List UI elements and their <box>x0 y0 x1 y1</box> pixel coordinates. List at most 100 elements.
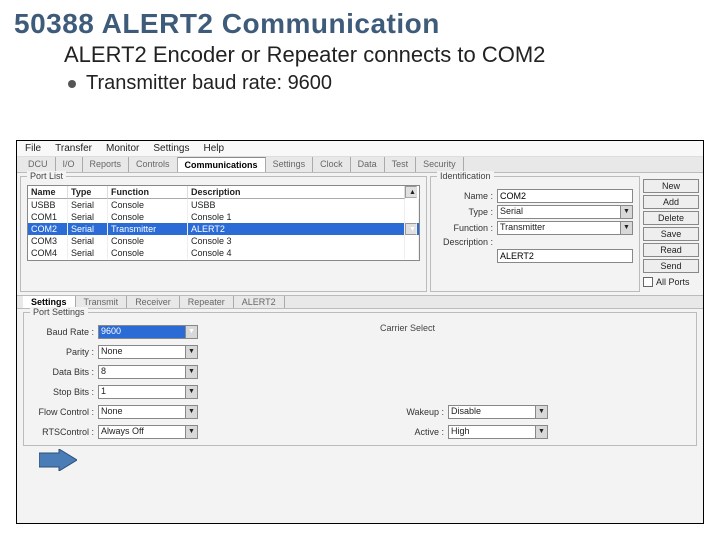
cell-desc: Console 3 <box>188 235 405 247</box>
cell-name: COM3 <box>28 235 68 247</box>
cell-name: COM1 <box>28 211 68 223</box>
col-description[interactable]: Description <box>188 186 405 199</box>
name-label: Name : <box>437 191 493 201</box>
cell-type: Serial <box>68 235 108 247</box>
chevron-down-icon: ▼ <box>185 426 197 438</box>
menu-settings[interactable]: Settings <box>153 143 189 154</box>
table-row[interactable]: COM3 Serial Console Console 3 <box>28 235 419 247</box>
cell-func: Transmitter <box>108 223 188 235</box>
bullet-row: Transmitter baud rate: 9600 <box>0 68 720 101</box>
subtab-repeater[interactable]: Repeater <box>180 296 234 308</box>
chevron-down-icon: ▼ <box>185 326 197 338</box>
cell-type: Serial <box>68 211 108 223</box>
rts-value: Always Off <box>101 426 144 436</box>
new-button[interactable]: New <box>643 179 699 193</box>
chevron-down-icon: ▼ <box>185 346 197 358</box>
active-combo[interactable]: High▼ <box>448 425 548 439</box>
description-label: Description : <box>437 237 493 247</box>
stopbits-value: 1 <box>101 386 106 396</box>
top-tabbar: DCU I/O Reports Controls Communications … <box>17 157 703 173</box>
name-field[interactable] <box>497 189 633 203</box>
databits-combo[interactable]: 8▼ <box>98 365 198 379</box>
sub-tabbar: Settings Transmit Receiver Repeater ALER… <box>17 295 703 309</box>
cell-func: Console <box>108 211 188 223</box>
menu-monitor[interactable]: Monitor <box>106 143 139 154</box>
slide-subtitle: ALERT2 Encoder or Repeater connects to C… <box>0 40 720 68</box>
function-combo[interactable]: Transmitter▼ <box>497 221 633 235</box>
cell-desc: ALERT2 <box>188 223 405 235</box>
button-column: New Add Delete Save Read Send All Ports <box>643 173 703 295</box>
menubar: File Transfer Monitor Settings Help <box>17 141 703 157</box>
parity-label: Parity : <box>30 347 94 357</box>
scroll-down[interactable]: ▼ <box>405 223 417 235</box>
parity-combo[interactable]: None ▼ <box>98 345 198 359</box>
tab-io[interactable]: I/O <box>56 157 83 172</box>
cell-desc: Console 1 <box>188 211 405 223</box>
tab-data[interactable]: Data <box>351 157 385 172</box>
col-function[interactable]: Function <box>108 186 188 199</box>
tab-dcu[interactable]: DCU <box>21 157 56 172</box>
tab-security[interactable]: Security <box>416 157 464 172</box>
wakeup-value: Disable <box>451 406 481 416</box>
port-list-label: Port List <box>27 171 66 181</box>
baud-label: Baud Rate : <box>30 327 94 337</box>
flow-combo[interactable]: None ▼ <box>98 405 198 419</box>
cell-func: Console <box>108 247 188 259</box>
scroll-up[interactable]: ▲ <box>405 186 417 198</box>
wakeup-label: Wakeup : <box>380 407 444 417</box>
port-settings-label: Port Settings <box>30 307 88 317</box>
cell-name: USBB <box>28 199 68 211</box>
tab-controls[interactable]: Controls <box>129 157 178 172</box>
type-combo[interactable]: Serial ▼ <box>497 205 633 219</box>
rts-label: RTSControl : <box>30 427 94 437</box>
tab-settings[interactable]: Settings <box>266 157 314 172</box>
read-button[interactable]: Read <box>643 243 699 257</box>
chevron-down-icon: ▼ <box>620 206 632 218</box>
carrier-select-label: Carrier Select <box>380 323 690 340</box>
cell-type: Serial <box>68 199 108 211</box>
chevron-down-icon: ▼ <box>185 386 197 398</box>
stopbits-combo[interactable]: 1▼ <box>98 385 198 399</box>
databits-value: 8 <box>101 366 106 376</box>
delete-button[interactable]: Delete <box>643 211 699 225</box>
type-value: Serial <box>500 206 523 216</box>
baud-combo[interactable]: 9600▼ <box>98 325 198 339</box>
cell-name: COM2 <box>28 223 68 235</box>
table-row[interactable]: COM4 Serial Console Console 4 <box>28 247 419 259</box>
menu-help[interactable]: Help <box>204 143 225 154</box>
bullet-icon <box>68 80 76 88</box>
subtab-alert2[interactable]: ALERT2 <box>234 296 285 308</box>
port-table[interactable]: Name Type Function Description ▲ USBB Se… <box>27 185 420 261</box>
all-ports-label: All Ports <box>656 277 690 287</box>
chevron-down-icon: ▼ <box>185 406 197 418</box>
identification-group: Identification Name : Type : Serial▼ Fun… <box>430 176 640 292</box>
col-type[interactable]: Type <box>68 186 108 199</box>
tab-reports[interactable]: Reports <box>83 157 130 172</box>
menu-file[interactable]: File <box>25 143 41 154</box>
function-label: Function : <box>437 223 493 233</box>
active-label: Active : <box>380 427 444 437</box>
parity-value: None <box>101 346 123 356</box>
menu-transfer[interactable]: Transfer <box>55 143 92 154</box>
table-row[interactable]: USBB Serial Console USBB <box>28 199 419 211</box>
table-row[interactable]: COM1 Serial Console Console 1 <box>28 211 419 223</box>
callout-arrow-icon <box>39 449 77 471</box>
send-button[interactable]: Send <box>643 259 699 273</box>
port-list-group: Port List Name Type Function Description… <box>20 176 427 292</box>
tab-test[interactable]: Test <box>385 157 417 172</box>
col-name[interactable]: Name <box>28 186 68 199</box>
rts-combo[interactable]: Always Off ▼ <box>98 425 198 439</box>
description-field[interactable] <box>497 249 633 263</box>
save-button[interactable]: Save <box>643 227 699 241</box>
subtab-receiver[interactable]: Receiver <box>127 296 180 308</box>
tab-clock[interactable]: Clock <box>313 157 351 172</box>
all-ports-checkbox[interactable] <box>643 277 653 287</box>
stopbits-label: Stop Bits : <box>30 387 94 397</box>
table-row-selected[interactable]: COM2 Serial Transmitter ALERT2 ▼ <box>28 223 419 235</box>
flow-value: None <box>101 406 123 416</box>
add-button[interactable]: Add <box>643 195 699 209</box>
tab-communications[interactable]: Communications <box>178 157 266 172</box>
wakeup-combo[interactable]: Disable▼ <box>448 405 548 419</box>
cell-name: COM4 <box>28 247 68 259</box>
cell-desc: Console 4 <box>188 247 405 259</box>
